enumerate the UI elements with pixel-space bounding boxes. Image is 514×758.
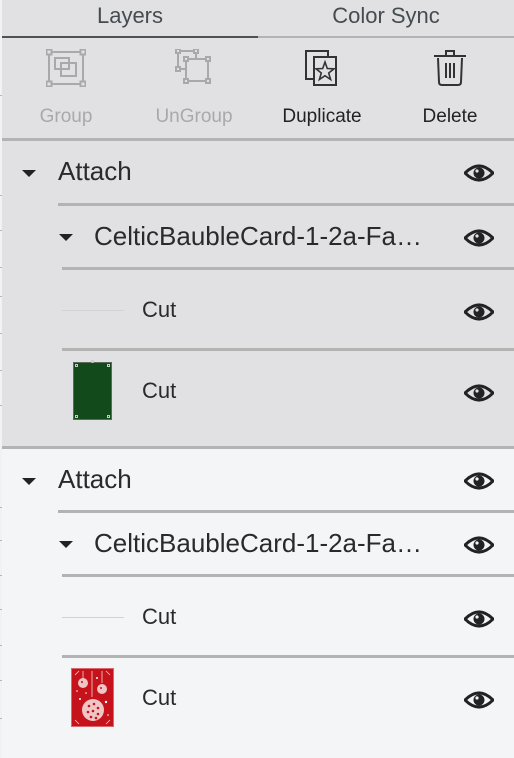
layer-row-cut[interactable]: Cut (2, 351, 514, 446)
eye-icon[interactable] (464, 302, 494, 322)
layer-name: Cut (142, 604, 177, 629)
expand-caret-icon[interactable] (59, 234, 73, 241)
duplicate-button[interactable]: Duplicate (258, 38, 386, 138)
tab-color-sync-label: Color Sync (332, 3, 440, 28)
layer-row-sublayer[interactable]: CelticBaubleCard-1-2a-Fa… (2, 206, 514, 268)
layer-group-attach-1[interactable]: Attach CelticBaubleCard-1-2a-Fa… Cut Cut (2, 141, 514, 449)
layer-row-attach[interactable]: Attach (2, 449, 514, 511)
expand-caret-icon[interactable] (59, 541, 73, 548)
expand-caret-icon[interactable] (22, 478, 36, 485)
layer-row-cut[interactable]: Cut (2, 270, 514, 348)
tab-layers-label: Layers (96, 3, 164, 28)
eye-icon[interactable] (464, 609, 494, 629)
delete-label: Delete (422, 106, 478, 127)
eye-icon[interactable] (464, 471, 494, 491)
layer-row-cut[interactable]: Cut (2, 577, 514, 655)
layer-name: Attach (58, 464, 132, 494)
ungroup-label: UnGroup (155, 106, 233, 127)
layer-thumbnail (71, 668, 114, 727)
layers-toolbar: Group UnGroup Duplicate Delete (2, 38, 514, 141)
delete-button[interactable]: Delete (386, 38, 514, 138)
layer-thumbnail (73, 360, 112, 420)
layer-name: CelticBaubleCard-1-2a-Fa… (94, 221, 423, 251)
eye-icon[interactable] (464, 383, 494, 403)
layer-row-sublayer[interactable]: CelticBaubleCard-1-2a-Fa… (2, 513, 514, 575)
layer-thumbnail (62, 310, 124, 311)
layer-thumbnail (62, 617, 124, 618)
duplicate-label: Duplicate (282, 106, 362, 127)
ungroup-icon (174, 48, 214, 88)
panel-tabs: Layers Color Sync (2, 0, 514, 39)
left-edge-strip (0, 0, 2, 758)
layer-row-cut[interactable]: Cut (2, 658, 514, 753)
eye-icon[interactable] (464, 163, 494, 183)
eye-icon[interactable] (464, 228, 494, 248)
layer-name: Cut (142, 378, 177, 403)
trash-icon (433, 48, 467, 88)
layer-name: CelticBaubleCard-1-2a-Fa… (94, 528, 423, 558)
group-label: Group (39, 106, 93, 127)
tab-layers[interactable]: Layers (2, 0, 258, 39)
layer-row-attach[interactable]: Attach (2, 141, 514, 204)
layer-group-attach-2[interactable]: Attach CelticBaubleCard-1-2a-Fa… Cut Cut (2, 449, 514, 758)
expand-caret-icon[interactable] (22, 170, 36, 177)
layer-name: Attach (58, 156, 132, 186)
layer-name: Cut (142, 297, 177, 322)
layer-name: Cut (142, 685, 177, 710)
group-button[interactable]: Group (2, 38, 130, 138)
eye-icon[interactable] (464, 535, 494, 555)
duplicate-icon (304, 48, 340, 88)
ungroup-button[interactable]: UnGroup (130, 38, 258, 138)
tab-color-sync[interactable]: Color Sync (258, 0, 514, 38)
eye-icon[interactable] (464, 690, 494, 710)
group-icon (46, 48, 86, 88)
